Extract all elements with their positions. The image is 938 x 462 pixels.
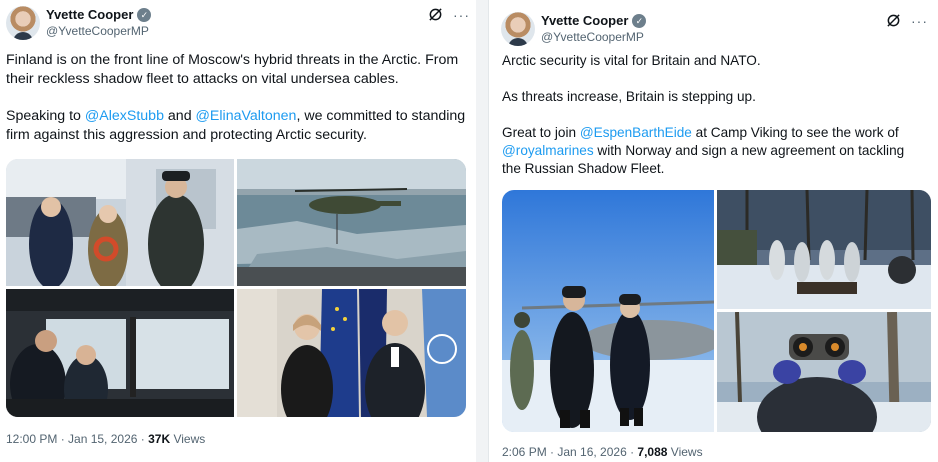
tweet-card-1[interactable]: Yvette Cooper ✓ @YvetteCooperMP ··· Finl… — [0, 0, 476, 462]
more-icon[interactable]: ··· — [911, 14, 928, 28]
tweet-paragraph: Speaking to @AlexStubb and @ElinaValtone… — [6, 108, 466, 143]
avatar[interactable] — [6, 6, 40, 40]
tweet-paragraph: Arctic security is vital for Britain and… — [502, 53, 761, 68]
tweet-paragraph: Finland is on the front line of Moscow's… — [6, 52, 459, 87]
author-name[interactable]: Yvette Cooper — [541, 13, 628, 28]
tweet-text: Arctic security is vital for Britain and… — [502, 52, 926, 196]
tweet-paragraph: As threats increase, Britain is stepping… — [502, 89, 756, 104]
grok-icon[interactable] — [886, 13, 901, 28]
author-handle[interactable]: @YvetteCooperMP — [46, 24, 149, 38]
views-label: Views — [170, 432, 206, 446]
views-label: Views — [667, 445, 703, 459]
tweet-paragraph: Great to join @EspenBarthEide at Camp Vi… — [502, 125, 905, 176]
tweet-meta: 2:06 PM · Jan 16, 2026 · 7,088 Views — [502, 445, 703, 459]
verified-badge-icon: ✓ — [632, 13, 647, 28]
mention-link[interactable]: @AlexStubb — [85, 108, 164, 124]
photo-ship-bridge[interactable] — [6, 289, 234, 417]
photo-flags-meeting[interactable] — [237, 289, 466, 417]
timestamp[interactable]: 12:00 PM · Jan 15, 2026 · — [6, 432, 148, 446]
grok-icon[interactable] — [428, 7, 443, 22]
photo-soldiers-snow[interactable] — [717, 190, 931, 309]
verified-badge-icon: ✓ — [137, 7, 152, 22]
more-icon[interactable]: ··· — [453, 8, 470, 22]
photo-helicopter-ice[interactable] — [237, 159, 466, 286]
tweet-card-2[interactable]: Yvette Cooper ✓ @YvetteCooperMP ··· Arct… — [488, 0, 938, 462]
tweet-text: Finland is on the front line of Moscow's… — [6, 51, 470, 163]
mention-link[interactable]: @EspenBarthEide — [580, 125, 692, 140]
photo-binoculars[interactable] — [717, 312, 931, 432]
avatar[interactable] — [501, 12, 535, 46]
photo-camp-viking-walk[interactable] — [502, 190, 714, 432]
mention-link[interactable]: @royalmarines — [502, 143, 594, 158]
view-count: 7,088 — [637, 445, 668, 459]
timestamp[interactable]: 2:06 PM · Jan 16, 2026 · — [502, 445, 637, 459]
media-grid — [6, 159, 466, 417]
tweet-header: Yvette Cooper ✓ @YvetteCooperMP ··· — [501, 12, 928, 48]
mention-link[interactable]: @ElinaValtonen — [196, 108, 297, 124]
view-count: 37K — [148, 432, 171, 446]
tweet-separator — [476, 0, 488, 462]
tweet-meta: 12:00 PM · Jan 15, 2026 · 37K Views — [6, 432, 205, 446]
photo-ship-deck[interactable] — [6, 159, 234, 286]
media-grid — [502, 190, 931, 432]
author-handle[interactable]: @YvetteCooperMP — [541, 30, 644, 44]
tweet-header: Yvette Cooper ✓ @YvetteCooperMP ··· — [6, 6, 470, 42]
author-name[interactable]: Yvette Cooper — [46, 7, 133, 22]
